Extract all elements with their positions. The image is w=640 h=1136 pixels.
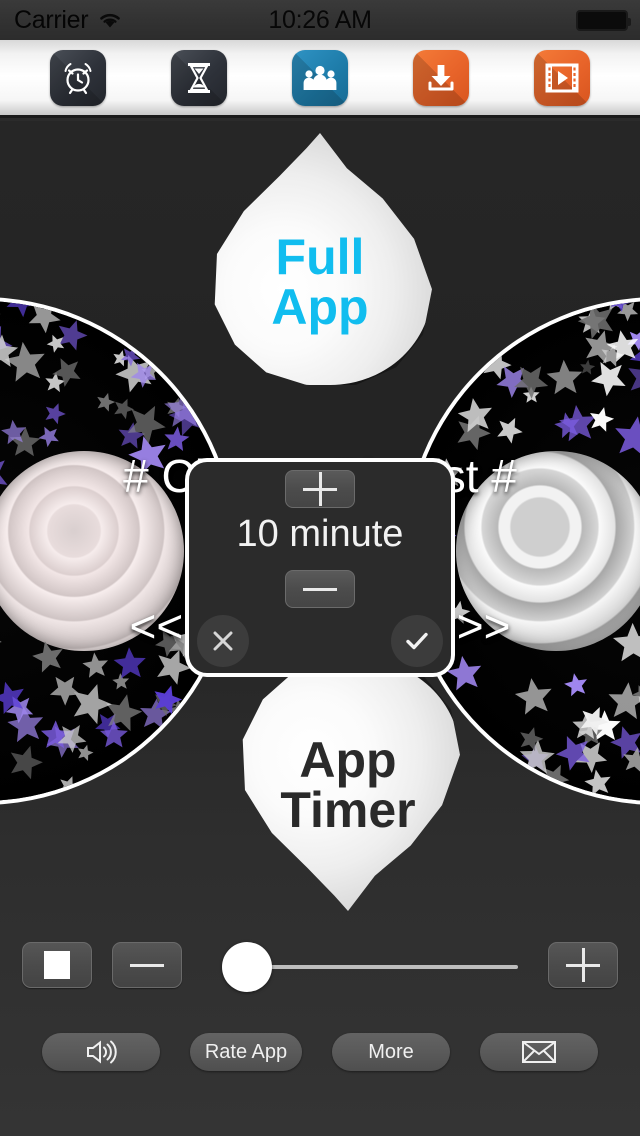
video-icon (545, 63, 579, 92)
toolbar (0, 40, 640, 118)
full-app-label-line2: App (271, 279, 369, 335)
clock-label: 10:26 AM (268, 5, 372, 34)
toolbar-item-download[interactable] (412, 49, 469, 106)
timer-dialog: 10 minute (185, 458, 455, 677)
more-button[interactable]: More (332, 1033, 450, 1071)
timer-cancel-button[interactable] (197, 615, 249, 667)
rate-app-button[interactable]: Rate App (190, 1033, 302, 1071)
app-timer-droplet-button[interactable]: App Timer (236, 659, 460, 911)
volume-down-button[interactable] (112, 942, 182, 988)
app-timer-label-line2: Timer (280, 782, 416, 838)
app-timer-label: App Timer (280, 732, 416, 838)
download-icon (428, 64, 454, 90)
main-stage: # Choose Playlist # << Switch Light >> F… (0, 121, 640, 1136)
mail-button[interactable] (480, 1033, 598, 1071)
check-icon (406, 632, 428, 650)
volume-slider-thumb[interactable] (222, 942, 272, 992)
full-app-droplet-button[interactable]: Full App (208, 133, 432, 385)
volume-slider-track (252, 965, 518, 969)
toolbar-item-alarm-clock[interactable] (50, 49, 107, 106)
status-bar: Carrier 10:26 AM (0, 0, 640, 40)
sound-button[interactable] (42, 1033, 160, 1071)
full-app-label: Full App (271, 232, 368, 332)
stop-button[interactable] (22, 942, 92, 988)
timer-value-label: 10 minute (236, 513, 404, 555)
timer-increase-button[interactable] (285, 470, 355, 508)
toolbar-item-people[interactable] (291, 49, 348, 106)
bottom-button-bar: Rate App More (0, 1017, 640, 1087)
people-icon (303, 65, 337, 90)
app-timer-label-line1: App (299, 732, 397, 788)
battery-icon (576, 10, 631, 31)
stop-icon (44, 951, 70, 979)
minus-icon (303, 587, 337, 591)
plus-icon-vertical (318, 472, 322, 506)
timer-confirm-button[interactable] (391, 615, 443, 667)
volume-up-button[interactable] (548, 942, 618, 988)
hourglass-icon (188, 62, 211, 93)
toolbar-item-video[interactable] (533, 49, 590, 106)
toolbar-item-hourglass[interactable] (171, 49, 228, 106)
volume-slider[interactable] (222, 942, 518, 992)
full-app-label-line1: Full (275, 229, 365, 285)
envelope-icon (522, 1041, 556, 1063)
plus-icon-vertical (581, 948, 585, 982)
close-icon (213, 631, 233, 651)
minus-icon (130, 963, 164, 967)
speaker-icon (87, 1040, 117, 1064)
timer-decrease-button[interactable] (285, 570, 355, 608)
alarm-clock-icon (64, 62, 92, 94)
